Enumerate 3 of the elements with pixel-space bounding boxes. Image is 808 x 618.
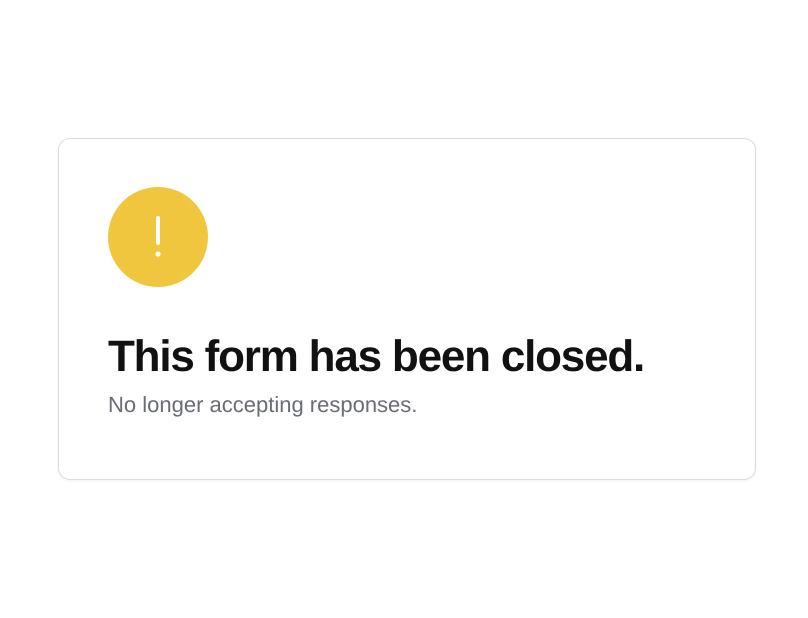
- closed-message: No longer accepting responses.: [108, 391, 418, 419]
- warning-icon: [108, 187, 208, 287]
- closed-title: This form has been closed.: [108, 331, 646, 383]
